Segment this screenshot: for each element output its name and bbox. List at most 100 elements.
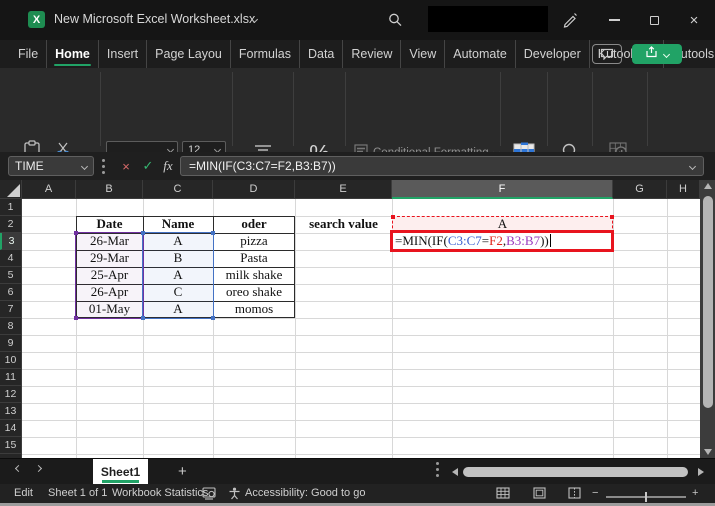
expand-formula-bar-chevron-icon[interactable] (688, 162, 697, 170)
column-header-d[interactable]: D (213, 180, 295, 199)
tab-file[interactable]: File (10, 40, 46, 68)
cell-b3[interactable]: 26-Mar (76, 233, 143, 250)
sheet-nav-right-icon[interactable] (34, 464, 43, 473)
hscroll-left-arrow-icon[interactable] (452, 468, 458, 476)
tab-view[interactable]: View (400, 40, 444, 68)
cell-d3[interactable]: pizza (213, 233, 295, 250)
text-cursor (549, 234, 551, 247)
insert-function-button[interactable]: fx (160, 158, 176, 174)
column-header-a[interactable]: A (22, 180, 76, 199)
cell-b4[interactable]: 29-Mar (76, 250, 143, 267)
row-header-11[interactable]: 11 (0, 369, 22, 386)
sheet-tab-bar: Sheet1 + (0, 458, 715, 485)
column-header-h[interactable]: H (667, 180, 700, 199)
comments-button[interactable] (592, 44, 622, 64)
maximize-button[interactable] (634, 0, 674, 40)
row-header-5[interactable]: 5 (0, 267, 22, 284)
sheet-tab-sheet1[interactable]: Sheet1 (93, 459, 148, 485)
horizontal-scrollbar-thumb[interactable] (463, 467, 688, 477)
column-header-b[interactable]: B (76, 180, 143, 199)
column-header-g[interactable]: G (613, 180, 667, 199)
share-button[interactable] (632, 44, 682, 64)
formula-part: =MIN(IF( (395, 233, 448, 248)
close-button[interactable]: × (674, 0, 714, 40)
camera-icon[interactable] (202, 487, 217, 503)
accessibility-status[interactable]: Accessibility: Good to go (245, 487, 365, 499)
ribbon: Paste Clipboard 12 B I U A (0, 68, 715, 215)
select-all-triangle-icon (7, 184, 20, 197)
row-header-3[interactable]: 3 (0, 233, 22, 250)
column-header-e[interactable]: E (295, 180, 392, 199)
page-layout-view-icon[interactable] (533, 487, 546, 502)
enter-button[interactable]: ✓ (140, 158, 156, 174)
cell-b2[interactable]: Date (76, 216, 143, 233)
sheet-bar-options-icon[interactable] (436, 468, 439, 471)
column-header-c[interactable]: C (143, 180, 213, 199)
cell-c3[interactable]: A (143, 233, 213, 250)
hscroll-right-arrow-icon[interactable] (698, 468, 704, 476)
row-header-10[interactable]: 10 (0, 352, 22, 369)
status-bar: Edit Sheet 1 of 1 Workbook Statistics Ac… (0, 484, 715, 503)
row-header-13[interactable]: 13 (0, 403, 22, 420)
row-header-2[interactable]: 2 (0, 216, 22, 233)
column-header-f[interactable]: F (392, 180, 613, 199)
row-header-6[interactable]: 6 (0, 284, 22, 301)
sheet-nav-left-icon[interactable] (14, 464, 23, 473)
cell-b7[interactable]: 01-May (76, 301, 143, 318)
select-all-corner[interactable] (0, 180, 22, 199)
cell-b5[interactable]: 25-Apr (76, 267, 143, 284)
status-sheet-info[interactable]: Sheet 1 of 1 (48, 487, 107, 499)
row-header-4[interactable]: 4 (0, 250, 22, 267)
name-box-chevron-icon (80, 162, 89, 170)
normal-view-icon[interactable] (496, 487, 510, 502)
draw-pen-icon[interactable] (562, 11, 579, 33)
scroll-up-arrow-icon[interactable] (703, 183, 712, 189)
cell-d6[interactable]: oreo shake (213, 284, 295, 301)
zoom-slider-thumb[interactable] (645, 492, 647, 502)
tab-automate[interactable]: Automate (444, 40, 515, 68)
formula-input[interactable]: =MIN(IF(C3:C7=F2,B3:B7)) (180, 156, 704, 176)
formula-bar: TIME × ✓ fx =MIN(IF(C3:C7=F2,B3:B7)) (0, 152, 715, 180)
name-box[interactable]: TIME (8, 156, 94, 176)
cell-f3-formula[interactable]: =MIN(IF(C3:C7=F2,B3:B7)) (395, 233, 613, 250)
cell-c6[interactable]: C (143, 284, 213, 301)
vertical-scrollbar-thumb[interactable] (702, 196, 713, 408)
cell-b6[interactable]: 26-Apr (76, 284, 143, 301)
tab-page-layout[interactable]: Page Layou (146, 40, 230, 68)
row-header-12[interactable]: 12 (0, 386, 22, 403)
cell-c7[interactable]: A (143, 301, 213, 318)
tab-data[interactable]: Data (298, 40, 342, 68)
formula-bar-grip-icon[interactable] (102, 165, 105, 168)
add-sheet-button[interactable]: + (178, 463, 187, 480)
minimize-button[interactable] (594, 0, 634, 40)
row-header-1[interactable]: 1 (0, 199, 22, 216)
cell-d5[interactable]: milk shake (213, 267, 295, 284)
row-header-9[interactable]: 9 (0, 335, 22, 352)
cell-e2[interactable]: search value (295, 216, 392, 233)
accessibility-icon[interactable] (228, 487, 241, 503)
tab-home[interactable]: Home (46, 40, 98, 68)
cell-d7[interactable]: momos (213, 301, 295, 318)
row-header-8[interactable]: 8 (0, 318, 22, 335)
row-header-14[interactable]: 14 (0, 420, 22, 437)
tab-formulas[interactable]: Formulas (229, 40, 299, 68)
formula-part: )) (540, 233, 549, 248)
cell-c2[interactable]: Name (143, 216, 213, 233)
cell-d4[interactable]: Pasta (213, 250, 295, 267)
cell-c4[interactable]: B (143, 250, 213, 267)
cancel-button[interactable]: × (118, 158, 134, 174)
formula-ref-blue: C3:C7 (447, 233, 482, 248)
page-break-preview-icon[interactable] (568, 487, 581, 502)
cell-d2[interactable]: oder (213, 216, 295, 233)
zoom-in-button[interactable]: + (692, 487, 698, 499)
cell-c5[interactable]: A (143, 267, 213, 284)
row-header-15[interactable]: 15 (0, 437, 22, 454)
scroll-down-arrow-icon[interactable] (703, 449, 712, 455)
tab-insert[interactable]: Insert (97, 40, 146, 68)
workbook-statistics-button[interactable]: Workbook Statistics (112, 487, 208, 499)
tab-review[interactable]: Review (342, 40, 400, 68)
tab-developer[interactable]: Developer (514, 40, 589, 68)
row-header-7[interactable]: 7 (0, 301, 22, 318)
search-icon[interactable] (387, 12, 403, 33)
zoom-out-button[interactable]: − (592, 487, 598, 499)
